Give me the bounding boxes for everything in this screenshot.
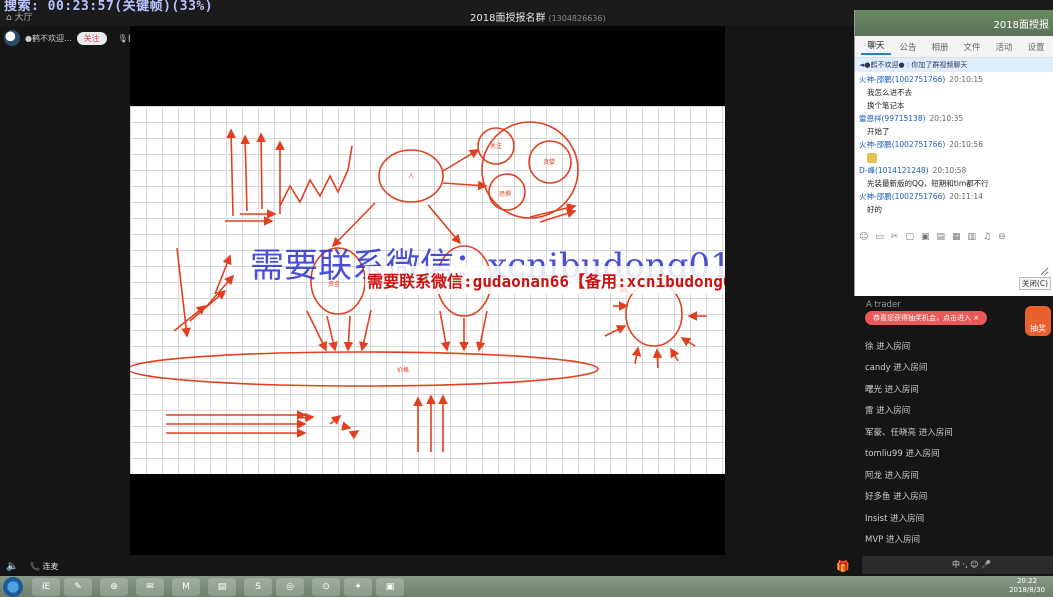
taskbar-app[interactable]: S <box>244 578 272 596</box>
chat-message-body: 我怎么进不去 <box>867 88 912 97</box>
chat-title: 2018面授报 <box>993 20 1049 31</box>
feed-entry: 徐 进入房间 <box>865 342 911 352</box>
feed-entry: 军豪、任晓亮 进入房间 <box>865 428 953 438</box>
ime-status[interactable]: 中 ·, ☺ 🎤 <box>952 559 991 570</box>
recording-timer: 搜索: 00:23:57(关键帧)(33%) <box>4 0 214 14</box>
taskbar-app[interactable]: ◎ <box>276 578 304 596</box>
lottery-label: 抽奖 <box>1030 324 1046 333</box>
message-sender[interactable]: 火神-邵鹏(1002751766) <box>859 75 945 84</box>
speaker-icon[interactable]: 🔈 <box>6 561 18 572</box>
feed-entry: candy 进入房间 <box>865 363 928 373</box>
scissors-icon[interactable]: ✂ <box>891 232 899 242</box>
call-label: 连麦 <box>42 562 59 571</box>
gift-icon[interactable]: 🎁 <box>836 560 850 573</box>
message-time: 20:10:58 <box>932 166 967 175</box>
room-title: 2018面授报名群 (1304826636) <box>470 13 606 24</box>
start-button[interactable] <box>3 577 23 597</box>
calendar-icon[interactable]: ▦ <box>952 232 961 242</box>
taskbar-app[interactable]: M <box>172 578 200 596</box>
feed-entry: 雷 进入房间 <box>865 406 911 416</box>
board-label-person: 人 <box>408 173 414 180</box>
tab-files[interactable]: 文件 <box>957 41 987 53</box>
watermark-red: 需要联系微信:gudaonan66【备用:xcnibudong0105】 <box>365 266 725 294</box>
lottery-banner[interactable]: 恭喜您获得抽奖机会，点击进入 × <box>865 311 988 325</box>
tab-activity[interactable]: 活动 <box>989 41 1019 53</box>
chat-message-body: 先装最新版的QQ，短期和tim都不行 <box>867 179 989 188</box>
clock-date: 2018/8/30 <box>1009 586 1045 594</box>
chat-panel: 2018面授报 聊天 公告 相册 文件 活动 设置 ◄●鹤不欢迎● : 你加了群… <box>854 10 1053 296</box>
chat-header: 2018面授报 <box>855 10 1053 36</box>
emoji-icon[interactable]: ☺ <box>859 232 868 242</box>
message-time: 20:10:35 <box>929 114 964 123</box>
chat-input[interactable] <box>859 248 1049 276</box>
chat-message-header: D-峰(1014121248) 20:10:58 <box>859 164 1049 177</box>
chat-message-emoji <box>859 151 1049 164</box>
more-icon[interactable]: ⊖ <box>998 232 1006 242</box>
whiteboard: 人 资金 价格 技术 关注 贪婪 恐惧 需要联系微信：xcnibudong010… <box>130 106 725 474</box>
taskbar-app[interactable]: IE <box>32 578 60 596</box>
taskbar-app[interactable]: ✦ <box>344 578 372 596</box>
call-button[interactable]: 📞 连麦 <box>30 561 59 572</box>
album-icon[interactable]: ▤ <box>936 232 945 242</box>
message-sender[interactable]: 火神-邵鹏(1002751766) <box>859 140 945 149</box>
room-id: (1304826636) <box>548 14 606 23</box>
chat-toolbar: ☺ ▭ ✂ ▢ ▣ ▤ ▦ ▥ ♫ ⊖ <box>859 232 1006 242</box>
taskbar-app[interactable]: ▤ <box>208 578 236 596</box>
file-icon[interactable]: ▢ <box>905 232 914 242</box>
chat-message-body: 开始了 <box>867 127 890 136</box>
hall-label: 大厅 <box>14 13 33 23</box>
hall-link[interactable]: ⌂ 大厅 <box>6 10 33 23</box>
message-time: 20:11:14 <box>949 192 983 201</box>
system-clock[interactable]: 20:22 2018/8/30 <box>1009 577 1045 595</box>
board-label-price: 价格 <box>397 366 409 374</box>
chat-message-list: 火神-邵鹏(1002751766) 20:10:15 我怎么进不去 换个笔记本 雷… <box>855 72 1053 232</box>
chat-tab-bar: 聊天 公告 相册 文件 活动 设置 <box>855 36 1053 58</box>
clock-time: 20:22 <box>1016 577 1038 585</box>
taskbar: IE ✎ ⊕ ✉ M ▤ S ◎ ⊙ ✦ ▣ 20:22 2018/8/30 <box>0 576 1053 597</box>
taskbar-app[interactable]: ▣ <box>376 578 404 596</box>
host-avatar[interactable] <box>4 30 20 46</box>
feed-entry: Insist 进入房间 <box>865 514 925 524</box>
message-sender[interactable]: D-峰(1014121248) <box>859 166 929 175</box>
gif-icon[interactable]: ▭ <box>875 232 884 242</box>
doc-icon[interactable]: ▥ <box>968 232 977 242</box>
tab-chat[interactable]: 聊天 <box>861 39 891 55</box>
follow-button[interactable]: 关注 <box>76 31 107 45</box>
image-icon[interactable]: ▣ <box>921 232 930 242</box>
taskbar-app[interactable]: ⊙ <box>312 578 340 596</box>
message-sender[interactable]: 火神-邵鹏(1002751766) <box>859 192 945 201</box>
feed-entry: 曙光 进入房间 <box>865 385 919 395</box>
feed-entry: MVP 进入房间 <box>865 535 920 545</box>
message-time: 20:10:15 <box>949 75 983 84</box>
board-label-fear: 恐惧 <box>499 190 511 198</box>
lottery-button[interactable]: 抽奖 <box>1025 306 1051 336</box>
host-name: ●鹤不欢迎... <box>25 33 72 43</box>
feed-entry: 阿龙 进入房间 <box>865 471 919 481</box>
feed-entry: 好多鱼 进入房间 <box>865 492 928 502</box>
taskbar-app[interactable]: ⊕ <box>100 578 128 596</box>
tab-settings[interactable]: 设置 <box>1021 41 1051 53</box>
message-sender[interactable]: 雷恩祥(99715138) <box>859 114 926 123</box>
video-stream[interactable]: 人 资金 价格 技术 关注 贪婪 恐惧 需要联系微信：xcnibudong010… <box>130 26 725 555</box>
feed-entry: tomliu99 进入房间 <box>865 449 940 459</box>
chat-message-body: 好的 <box>867 205 882 214</box>
taskbar-app[interactable]: ✎ <box>64 578 92 596</box>
board-label-greed: 贪婪 <box>543 158 555 166</box>
bell-icon[interactable]: ♫ <box>983 232 991 242</box>
trader-label: A trader <box>866 300 901 310</box>
chat-message-header: 火神-邵鹏(1002751766) 20:10:56 <box>859 138 1049 151</box>
host-bar: ●鹤不欢迎... 关注 🎙排麦 <box>4 28 144 48</box>
tab-announcement[interactable]: 公告 <box>893 41 923 53</box>
message-time: 20:10:56 <box>949 140 983 149</box>
board-label-focus: 关注 <box>490 142 502 150</box>
chat-message-body: 换个笔记本 <box>867 101 905 110</box>
chat-message-header: 雷恩祥(99715138) 20:10:35 <box>859 112 1049 125</box>
chat-notice[interactable]: ◄●鹤不欢迎● : 你加了群视频聊天 <box>855 58 1053 72</box>
taskbar-app[interactable]: ✉ <box>136 578 164 596</box>
chat-message-header: 火神-邵鹏(1002751766) 20:10:15 <box>859 73 1049 86</box>
close-button[interactable]: 关闭(C) <box>1018 277 1051 290</box>
tab-album[interactable]: 相册 <box>925 41 955 53</box>
emoji-sticker-icon <box>867 153 877 163</box>
chat-message-header: 火神-邵鹏(1002751766) 20:11:14 <box>859 190 1049 203</box>
